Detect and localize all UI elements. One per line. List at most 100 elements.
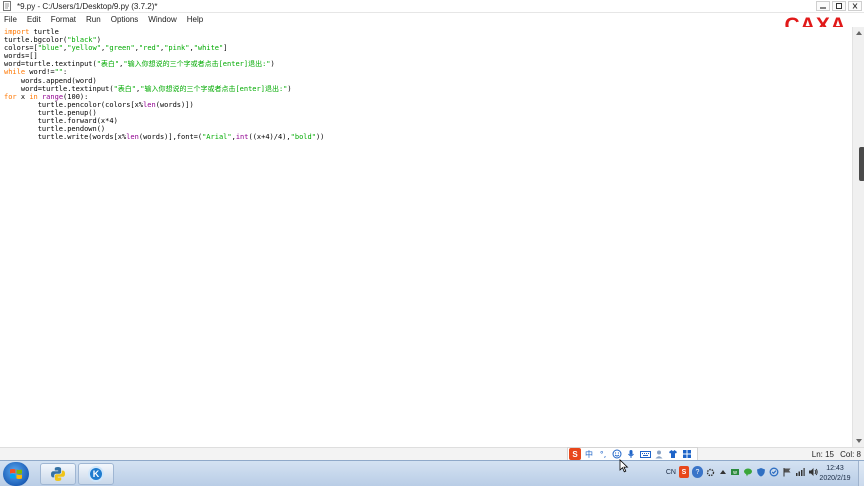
- code-line[interactable]: word=turtle.textinput("表白","输入你想说的三个字或者点…: [4, 85, 324, 93]
- code-token: in: [29, 92, 38, 101]
- menu-window[interactable]: Window: [143, 13, 181, 26]
- system-tray: CN S ? w: [666, 466, 818, 478]
- sogou-logo-icon[interactable]: S: [569, 448, 581, 460]
- svg-text:w: w: [733, 470, 737, 476]
- menu-bar: File Edit Format Run Options Window Help: [0, 13, 864, 26]
- user-icon[interactable]: [653, 448, 665, 460]
- code-token: "bold": [290, 133, 316, 142]
- maximize-button[interactable]: [832, 1, 846, 11]
- tray-network-icon[interactable]: [795, 466, 805, 478]
- tray-expand-icon[interactable]: [718, 466, 727, 478]
- code-token: "表白": [113, 84, 137, 93]
- code-token: "black": [67, 36, 97, 45]
- menu-format[interactable]: Format: [46, 13, 81, 26]
- tray-sogou-icon[interactable]: S: [679, 466, 689, 478]
- code-token: turtle.bgcolor(: [4, 36, 68, 45]
- code-token: ]: [223, 44, 228, 53]
- status-column-number: Col: 8: [840, 450, 861, 459]
- code-token: ): [287, 84, 292, 93]
- code-text[interactable]: import turtle turtle.bgcolor("black") colo…: [4, 28, 324, 141]
- scroll-down-arrow-icon[interactable]: [855, 437, 863, 445]
- code-line[interactable]: colors=["blue","yellow","green","red","p…: [4, 44, 324, 52]
- code-token: "white": [193, 44, 224, 53]
- code-token: ((x+4)/4),: [248, 133, 291, 142]
- code-token: turtle: [29, 28, 59, 36]
- k-app-icon: K: [88, 466, 104, 482]
- keyboard-icon[interactable]: [639, 448, 651, 460]
- tray-security-icon[interactable]: [756, 466, 766, 478]
- code-editor[interactable]: import turtle turtle.bgcolor("black") colo…: [0, 27, 852, 447]
- code-line[interactable]: turtle.forward(x*4): [4, 117, 324, 125]
- menu-edit[interactable]: Edit: [22, 13, 46, 26]
- vertical-scrollbar[interactable]: [852, 27, 864, 447]
- code-token: )): [315, 133, 325, 142]
- code-token: word=turtle.textinput(: [4, 60, 97, 69]
- menu-file[interactable]: File: [0, 13, 22, 26]
- code-token: "green": [105, 44, 135, 53]
- code-token: (words)],font=(: [138, 133, 203, 142]
- minimize-icon: [820, 7, 826, 9]
- scrollbar-thumb[interactable]: [859, 147, 864, 181]
- code-token: for: [4, 92, 17, 101]
- menu-help[interactable]: Help: [182, 13, 208, 26]
- taskbar-python-idle[interactable]: [40, 463, 76, 485]
- code-line[interactable]: turtle.bgcolor("black"): [4, 36, 324, 44]
- code-token: x: [16, 92, 30, 101]
- code-line[interactable]: turtle.write(words[x%len(words)],font=("…: [4, 133, 325, 142]
- toolbox-icon[interactable]: [681, 448, 693, 460]
- code-token: ): [270, 60, 275, 69]
- clock-time: 12:43: [826, 465, 844, 472]
- tray-chat-icon[interactable]: [743, 466, 753, 478]
- code-line[interactable]: for x in range(100):: [4, 93, 324, 101]
- minimize-button[interactable]: [816, 1, 830, 11]
- skin-icon[interactable]: [667, 448, 679, 460]
- code-token: int: [235, 133, 249, 142]
- menu-options[interactable]: Options: [106, 13, 144, 26]
- code-line[interactable]: turtle.pencolor(colors[x%len(words)]): [4, 101, 324, 109]
- tray-app-icon[interactable]: w: [730, 466, 740, 478]
- code-token: "Arial": [202, 133, 232, 142]
- ime-toolbar: S 中 °,: [567, 447, 698, 461]
- code-token: word!=: [25, 68, 55, 77]
- tray-language[interactable]: CN: [666, 466, 676, 478]
- show-desktop-button[interactable]: [858, 461, 864, 486]
- code-line[interactable]: turtle.penup(): [4, 109, 324, 117]
- code-token: (100):: [63, 92, 89, 101]
- scroll-up-arrow-icon[interactable]: [855, 29, 863, 37]
- python-icon: [51, 467, 65, 481]
- code-token: "输入你想说的三个字或者点击[enter]退出:": [123, 60, 271, 69]
- mouse-cursor-icon: [619, 459, 629, 473]
- code-token: "yellow": [67, 44, 101, 53]
- windows-logo-icon: [10, 469, 22, 479]
- code-line[interactable]: word=turtle.textinput("表白","输入你想说的三个字或者点…: [4, 60, 324, 68]
- tray-flag-icon[interactable]: [782, 466, 792, 478]
- close-icon: [852, 3, 858, 9]
- code-line[interactable]: words.append(word): [4, 77, 324, 85]
- menu-run[interactable]: Run: [81, 13, 106, 26]
- taskbar-k-app[interactable]: K: [78, 463, 114, 485]
- tray-shield-icon[interactable]: [769, 466, 779, 478]
- window-controls: [816, 1, 862, 11]
- code-line[interactable]: import turtle: [4, 28, 324, 36]
- code-line[interactable]: while word!="":: [4, 68, 324, 76]
- code-token: :: [63, 68, 68, 77]
- code-token: "表白": [96, 60, 120, 69]
- clock-date: 2020/2/19: [819, 475, 851, 482]
- window-title: *9.py - C:/Users/1/Desktop/9.py (3.7.2)*: [17, 1, 158, 11]
- code-line[interactable]: turtle.pendown(): [4, 125, 324, 133]
- start-button[interactable]: [3, 462, 29, 486]
- code-token: ): [96, 36, 101, 45]
- title-bar: *9.py - C:/Users/1/Desktop/9.py (3.7.2)*: [0, 0, 864, 13]
- taskbar: K CN S ? w 12:43 2020/2/19: [0, 460, 864, 486]
- code-token: turtle.forward(x*4): [4, 117, 118, 126]
- idle-file-icon: [3, 1, 13, 11]
- code-token: len: [143, 100, 156, 109]
- close-button[interactable]: [848, 1, 862, 11]
- tray-settings-icon[interactable]: [706, 466, 715, 478]
- taskbar-clock[interactable]: 12:43 2020/2/19: [814, 464, 856, 484]
- ime-mode-toggle[interactable]: 中: [583, 448, 595, 460]
- code-token: words.append(word): [4, 76, 97, 85]
- code-token: turtle.write(words[x%: [4, 133, 127, 142]
- ime-punctuation-toggle[interactable]: °,: [597, 448, 609, 460]
- tray-help-icon[interactable]: ?: [692, 466, 703, 478]
